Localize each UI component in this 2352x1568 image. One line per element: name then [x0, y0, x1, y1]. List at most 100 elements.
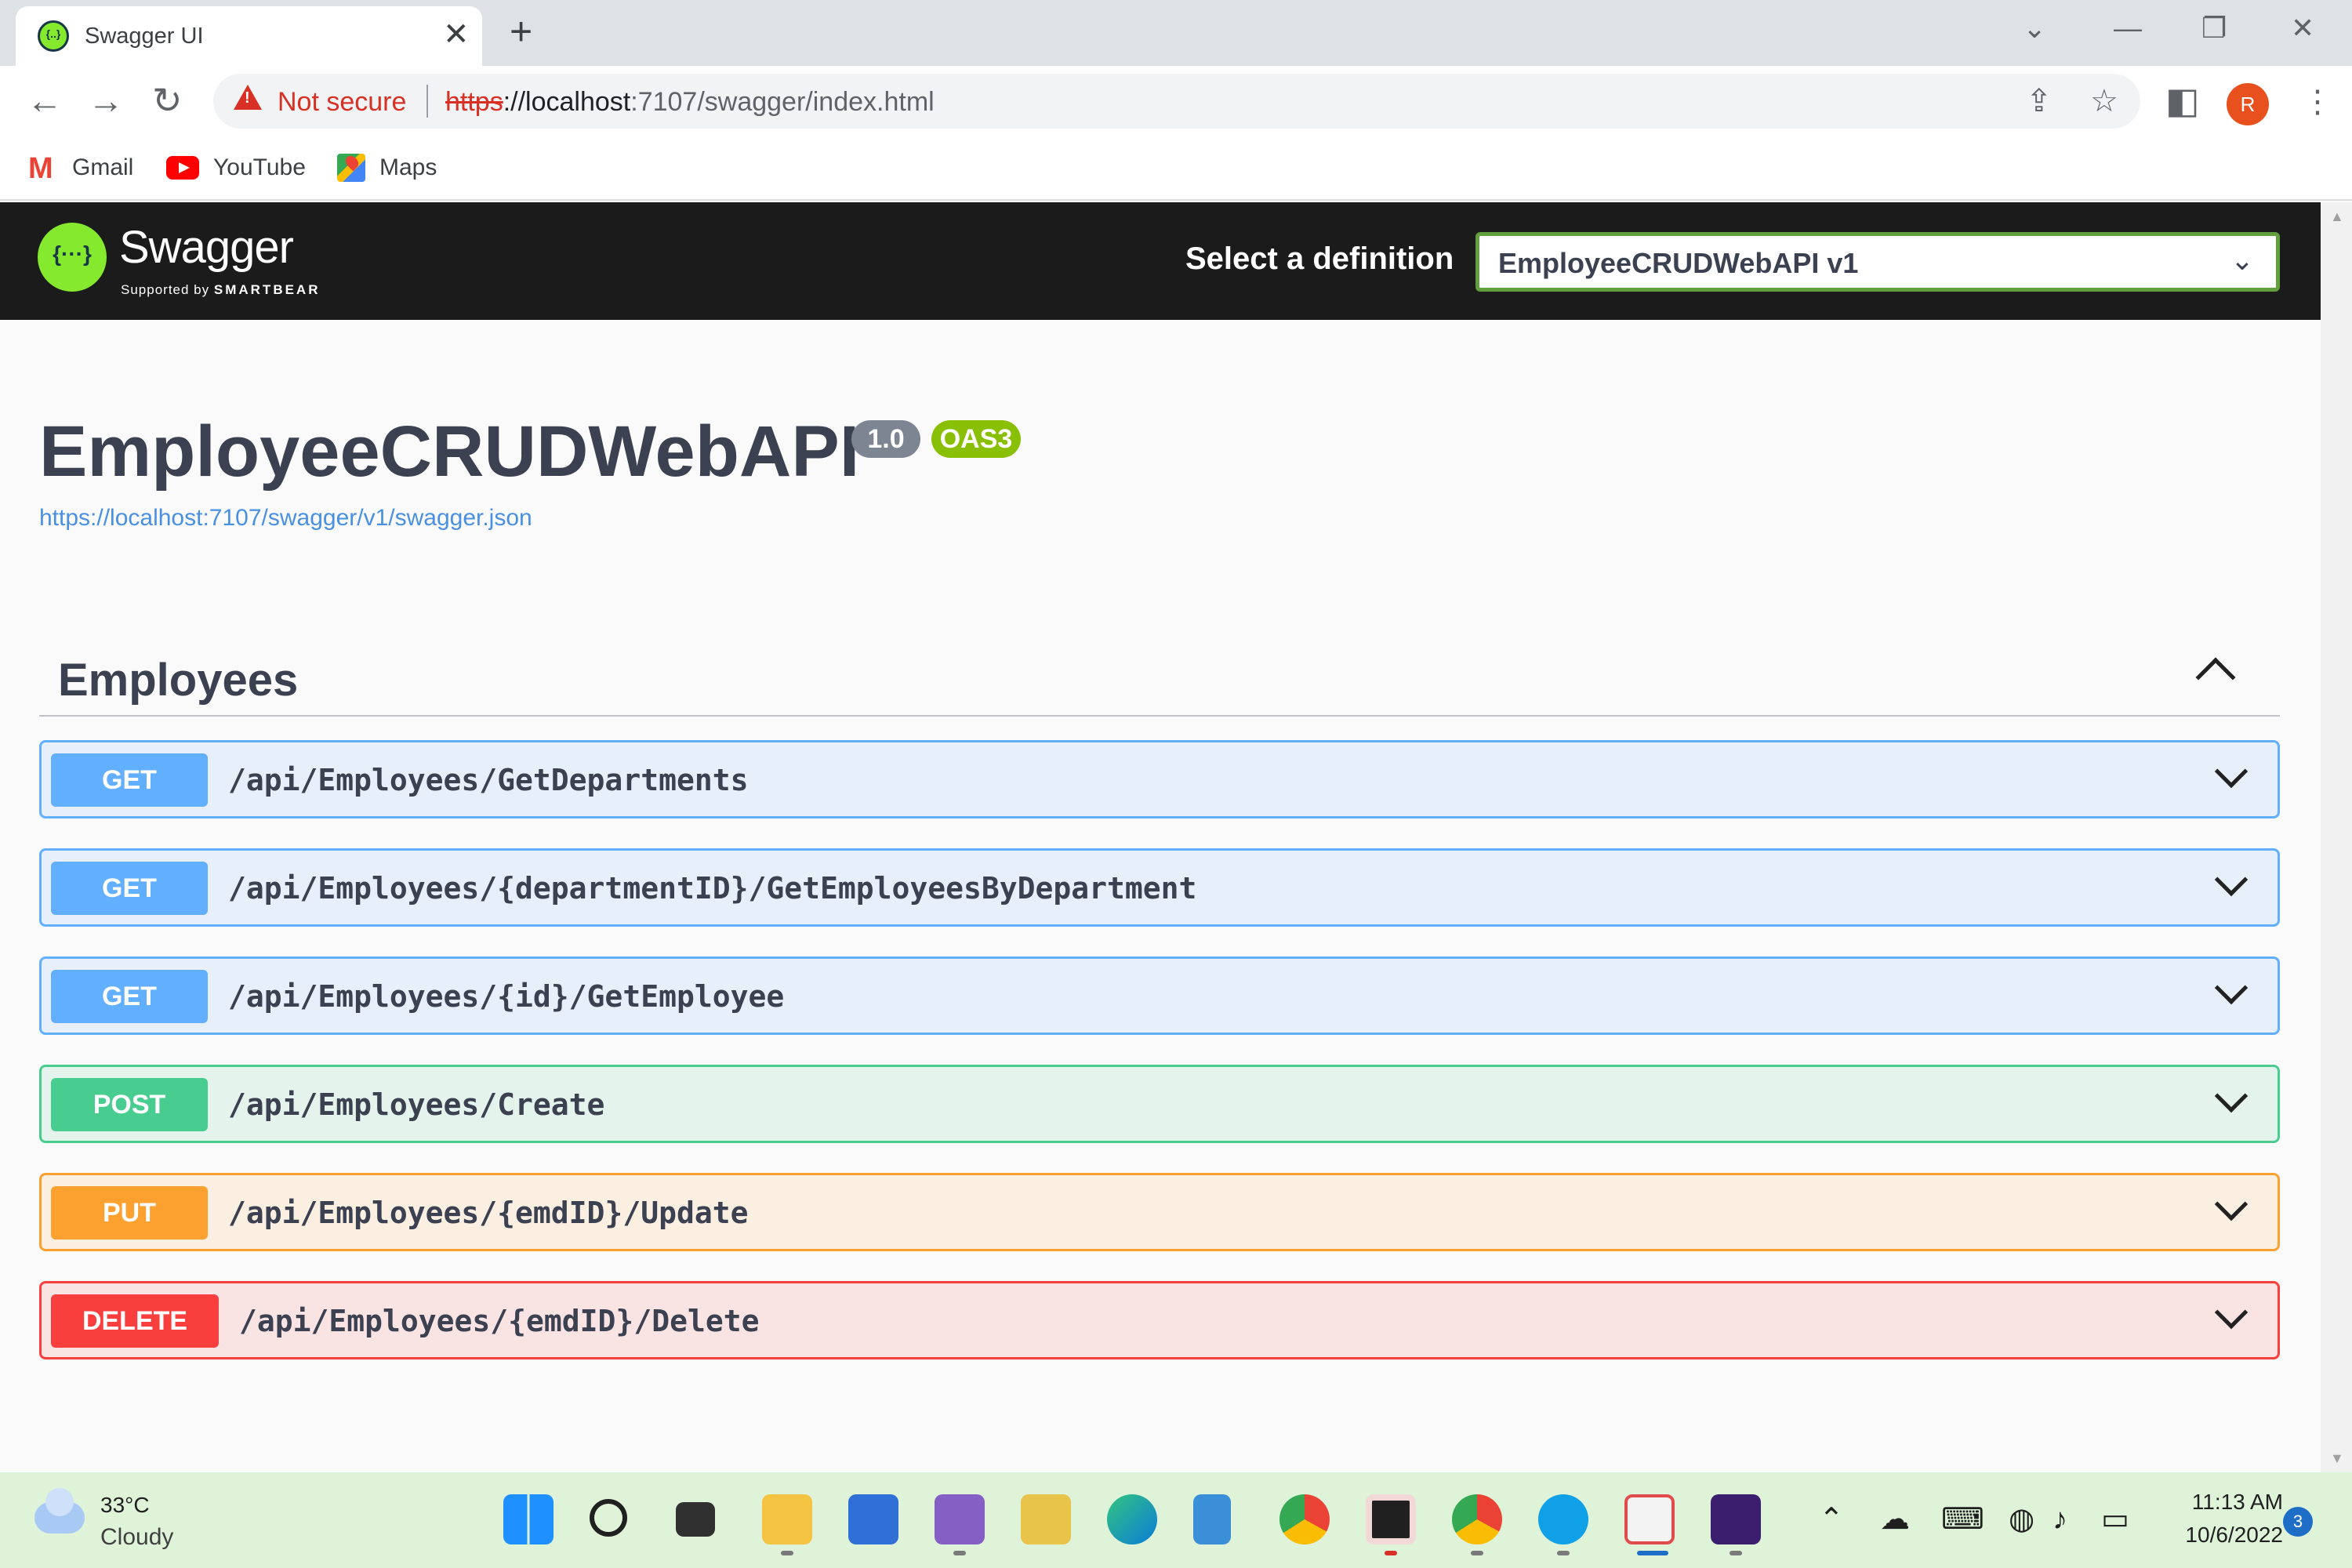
operation-get-departments[interactable]: GET /api/Employees/GetDepartments	[39, 740, 2280, 818]
forward-icon[interactable]: →	[88, 80, 124, 121]
operation-path: /api/Employees/{emdID}/Update	[228, 1196, 749, 1230]
tab-title: Swagger UI	[85, 24, 204, 49]
chevron-down-icon[interactable]	[2214, 971, 2249, 1005]
file-explorer-icon[interactable]	[762, 1494, 812, 1544]
bookmark-maps[interactable]: Maps	[337, 151, 437, 185]
chevron-up-icon[interactable]	[2195, 657, 2236, 698]
swagger-supported-by: Supported by SMARTBEAR	[121, 282, 320, 298]
youtube-icon	[166, 156, 199, 180]
address-bar[interactable]: Not secure https://localhost:7107/swagge…	[213, 74, 2140, 129]
select-definition-label: Select a definition	[1185, 241, 1454, 276]
bookmarks-bar: Gmail YouTube Maps	[0, 138, 2352, 201]
tab-close-icon[interactable]: ✕	[443, 17, 470, 52]
chevron-up-icon[interactable]: ⌃	[1819, 1501, 1844, 1538]
language-icon[interactable]: ◍	[2009, 1501, 2034, 1538]
bookmark-youtube[interactable]: YouTube	[166, 151, 306, 185]
oas-badge: OAS3	[931, 420, 1021, 458]
sticky-notes-icon[interactable]	[1366, 1494, 1416, 1544]
page-scrollbar[interactable]: ▲ ▼	[2321, 202, 2352, 1472]
version-badge: 1.0	[851, 420, 920, 458]
menu-icon[interactable]: ⋮	[2302, 82, 2333, 122]
url-text[interactable]: https://localhost:7107/swagger/index.htm…	[445, 87, 935, 118]
chevron-down-icon[interactable]	[2214, 862, 2249, 897]
notepad-icon[interactable]	[1193, 1494, 1231, 1544]
supported-brand: SMARTBEAR	[213, 282, 321, 297]
notification-badge[interactable]: 3	[2283, 1507, 2313, 1537]
cloud-icon[interactable]	[34, 1488, 85, 1534]
weather-temperature[interactable]: 33°C	[100, 1493, 150, 1518]
clock-time[interactable]: 11:13 AM	[2173, 1490, 2283, 1515]
taskbar: 33°C Cloudy ⌃ ☁ ⌨ ◍ ♪ ▭ 11:13 AM 10/6/20…	[0, 1472, 2352, 1568]
scroll-up-icon[interactable]: ▲	[2330, 209, 2344, 225]
operation-path: /api/Employees/{emdID}/Delete	[239, 1304, 760, 1338]
section-title: Employees	[58, 655, 299, 706]
task-view-icon[interactable]	[676, 1502, 715, 1537]
chevron-down-icon[interactable]	[2214, 1295, 2249, 1330]
url-scheme: https	[445, 87, 503, 117]
snipping-tool-icon[interactable]	[1624, 1494, 1675, 1544]
spec-link[interactable]: https://localhost:7107/swagger/v1/swagge…	[39, 505, 532, 532]
close-window-icon[interactable]: ✕	[2291, 9, 2314, 47]
operation-get-employees-by-department[interactable]: GET /api/Employees/{departmentID}/GetEmp…	[39, 848, 2280, 927]
volume-icon[interactable]: ♪	[2053, 1501, 2067, 1538]
reload-icon[interactable]: ↻	[152, 80, 183, 121]
new-tab-button[interactable]: +	[510, 12, 532, 51]
profile-avatar[interactable]: R	[2227, 83, 2269, 125]
share-icon[interactable]: ⇪	[2026, 83, 2053, 119]
browser-tab[interactable]: Swagger UI ✕	[16, 6, 482, 66]
definition-select[interactable]: EmployeeCRUDWebAPI v1 ⌄	[1475, 232, 2280, 292]
edge-icon[interactable]	[1107, 1494, 1157, 1544]
minimize-icon[interactable]: —	[2114, 9, 2142, 47]
onedrive-icon[interactable]: ☁	[1880, 1501, 1910, 1538]
api-title: EmployeeCRUDWebAPI	[39, 412, 860, 492]
chevron-down-icon[interactable]	[2214, 754, 2249, 789]
running-indicator	[1730, 1551, 1742, 1555]
battery-icon[interactable]: ▭	[2101, 1501, 2129, 1538]
swagger-logo-icon[interactable]	[38, 223, 107, 292]
store-icon[interactable]	[848, 1494, 898, 1544]
swagger-topbar: Swagger Supported by SMARTBEAR Select a …	[0, 202, 2321, 320]
restore-icon[interactable]: ❐	[2201, 9, 2227, 47]
bookmark-label: YouTube	[213, 154, 306, 180]
method-badge: PUT	[51, 1186, 208, 1240]
operation-delete[interactable]: DELETE /api/Employees/{emdID}/Delete	[39, 1281, 2280, 1359]
snipping-tools-icon[interactable]	[1021, 1494, 1071, 1544]
operation-put-update[interactable]: PUT /api/Employees/{emdID}/Update	[39, 1173, 2280, 1251]
url-path: :7107/swagger/index.html	[630, 87, 935, 117]
operation-post-create[interactable]: POST /api/Employees/Create	[39, 1065, 2280, 1143]
bookmark-label: Gmail	[72, 154, 134, 180]
chrome-icon[interactable]	[1279, 1494, 1330, 1544]
side-panel-icon[interactable]: ◧	[2165, 80, 2199, 121]
warning-icon	[234, 85, 262, 110]
method-badge: GET	[51, 753, 208, 807]
running-indicator	[1385, 1551, 1397, 1555]
swagger-brand: Swagger	[119, 222, 294, 273]
start-icon[interactable]	[503, 1494, 554, 1544]
chevron-down-icon[interactable]	[2214, 1079, 2249, 1113]
security-label[interactable]: Not secure	[278, 87, 406, 118]
keyboard-icon[interactable]: ⌨	[1941, 1501, 1984, 1538]
bookmark-star-icon[interactable]: ☆	[2090, 83, 2118, 119]
running-indicator	[1471, 1551, 1483, 1555]
back-icon[interactable]: ←	[27, 80, 63, 121]
weather-description[interactable]: Cloudy	[100, 1524, 173, 1551]
section-header-employees[interactable]: Employees	[39, 641, 2280, 717]
method-badge: DELETE	[51, 1294, 219, 1348]
tab-search-icon[interactable]: ⌄	[2023, 9, 2046, 47]
clock-date[interactable]: 10/6/2022	[2158, 1523, 2283, 1548]
scroll-down-icon[interactable]: ▼	[2330, 1450, 2344, 1467]
skype-icon[interactable]	[1538, 1494, 1588, 1544]
running-indicator	[1557, 1551, 1570, 1555]
chevron-down-icon[interactable]	[2214, 1187, 2249, 1221]
running-indicator	[953, 1551, 966, 1555]
operation-path: /api/Employees/{id}/GetEmployee	[228, 979, 785, 1014]
terminal-icon[interactable]	[1711, 1494, 1761, 1544]
maps-icon	[337, 154, 365, 182]
operation-path: /api/Employees/Create	[228, 1087, 605, 1122]
method-badge: GET	[51, 862, 208, 915]
bookmark-gmail[interactable]: Gmail	[28, 151, 134, 186]
search-icon[interactable]	[590, 1499, 627, 1537]
operation-get-employee[interactable]: GET /api/Employees/{id}/GetEmployee	[39, 956, 2280, 1035]
chrome-icon[interactable]	[1452, 1494, 1502, 1544]
visual-studio-icon[interactable]	[935, 1494, 985, 1544]
